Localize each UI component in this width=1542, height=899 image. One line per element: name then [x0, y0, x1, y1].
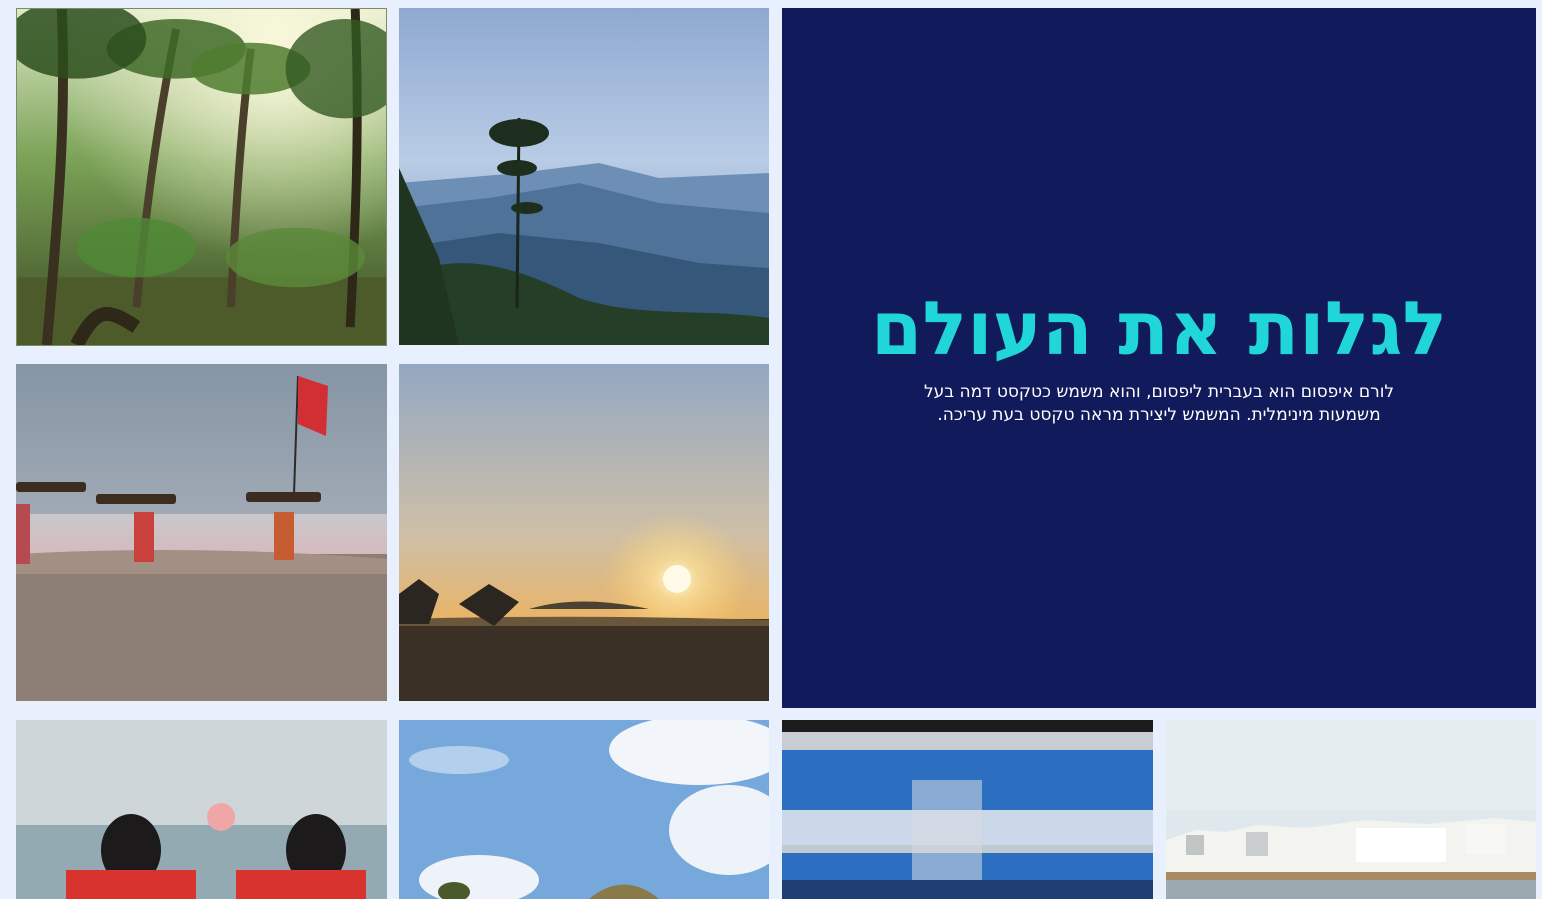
gallery-photo-beach-women[interactable]	[16, 364, 387, 701]
gallery-photo-lakeside-town[interactable]	[1166, 720, 1536, 899]
gallery-photo-sunset-flat[interactable]	[399, 364, 769, 701]
hero-body-text: לורם איפסום הוא בעברית ליפסום, והוא משמש…	[923, 381, 1395, 425]
gallery-photo-misty-mountains[interactable]	[399, 8, 769, 345]
gallery-photo-train[interactable]	[782, 720, 1153, 899]
gallery-photo-palm-forest[interactable]	[16, 8, 387, 346]
gallery-photo-sky-dome[interactable]	[399, 720, 769, 899]
hero-panel: לגלות את העולם לורם איפסום הוא בעברית לי…	[782, 8, 1536, 708]
gallery-photo-women-sea[interactable]	[16, 720, 387, 899]
hero-title: לגלות את העולם	[870, 286, 1448, 373]
